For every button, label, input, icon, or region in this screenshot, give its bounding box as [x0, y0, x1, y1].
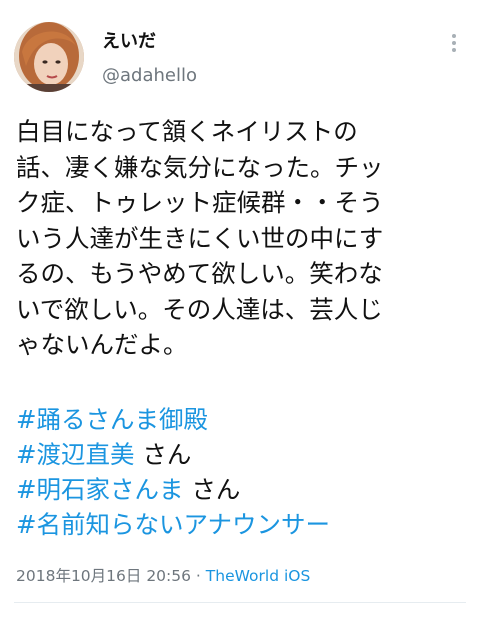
avatar-photo [14, 22, 84, 92]
more-vertical-icon[interactable] [447, 34, 461, 56]
hashtag-line: #明石家さんま さん [16, 472, 456, 507]
timestamp[interactable]: 2018年10月16日 20:56 [16, 567, 191, 585]
hashtag-link[interactable]: #名前知らないアナウンサー [16, 510, 330, 539]
tweet-text-line: るの、もうやめて欲しい。笑わな [16, 259, 383, 288]
tweet: えいだ @adahello 白目になって頷くネイリストの 話、凄く嫌な気分になっ… [0, 0, 480, 620]
tweet-text-line: ク症、トゥレット症候群・・そう [16, 188, 384, 217]
display-name[interactable]: えいだ [102, 31, 156, 53]
hashtag-suffix: さん [134, 440, 192, 469]
source-app-link[interactable]: TheWorld iOS [206, 567, 311, 585]
tweet-meta: 2018年10月16日 20:56 · TheWorld iOS [16, 566, 310, 586]
meta-separator: · [191, 567, 206, 585]
avatar[interactable] [14, 22, 84, 92]
hashtag-list: #踊るさんま御殿 #渡辺直美 さん #明石家さんま さん #名前知らないアナウン… [16, 402, 456, 542]
tweet-text-line: いで欲しい。その人達は、芸人じ [16, 294, 383, 324]
tweet-text-line: 白目になって頷くネイリストの [16, 117, 358, 146]
hashtag-line: #踊るさんま御殿 [16, 402, 456, 437]
divider [14, 602, 466, 603]
hashtag-link[interactable]: #渡辺直美 [16, 440, 135, 469]
hashtag-link[interactable]: #明石家さんま [16, 475, 184, 504]
tweet-text-line: いう人達が生きにくい世の中にす [16, 223, 384, 253]
hashtag-suffix: さん [183, 475, 241, 504]
hashtag-line: #渡辺直美 さん [16, 437, 456, 472]
tweet-text-line: ゃないんだよ。 [16, 330, 188, 359]
username[interactable]: @adahello [102, 65, 197, 87]
tweet-text-line: 話、凄く嫌な気分になった。チッ [16, 152, 384, 182]
hashtag-link[interactable]: #踊るさんま御殿 [16, 405, 208, 434]
tweet-text: 白目になって頷くネイリストの 話、凄く嫌な気分になった。チッ ク症、トゥレット症… [16, 114, 456, 363]
hashtag-line: #名前知らないアナウンサー [16, 507, 456, 542]
